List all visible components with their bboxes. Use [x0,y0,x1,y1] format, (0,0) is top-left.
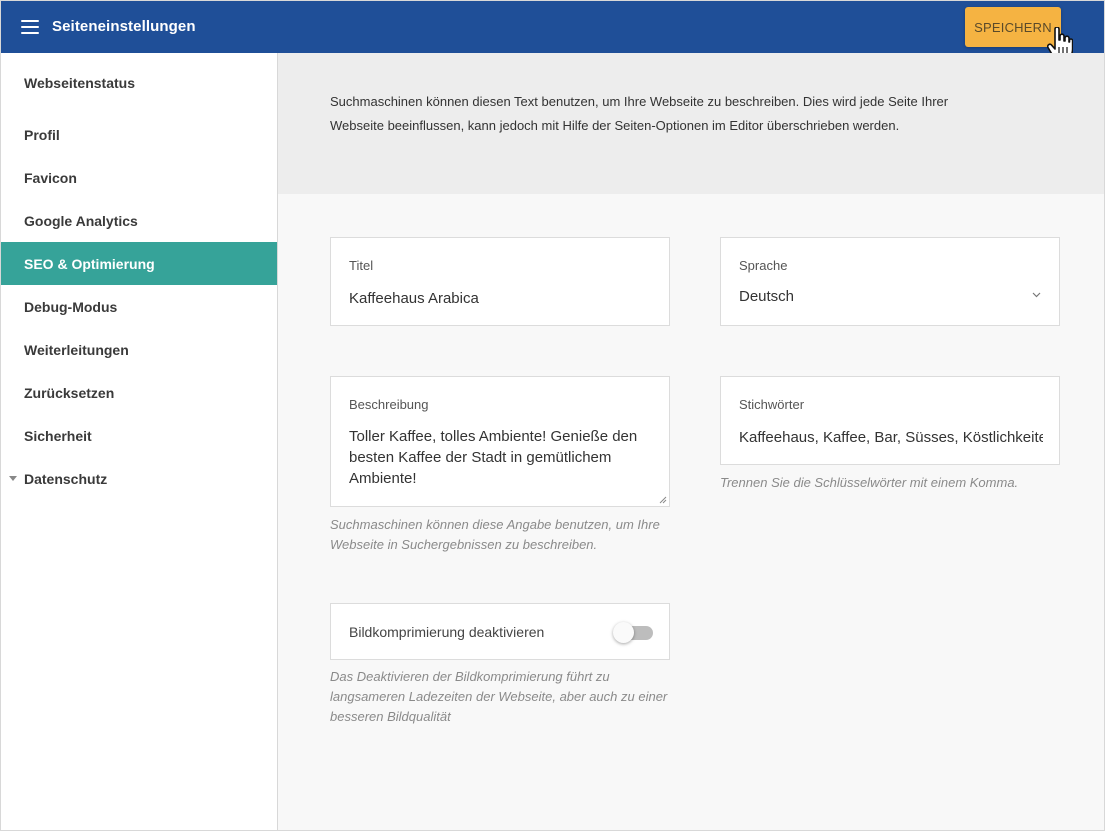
sidebar-item-label: Weiterleitungen [24,341,129,358]
sidebar-item-debug-modus[interactable]: Debug-Modus [1,285,277,328]
keywords-field-card: Stichwörter [720,376,1060,465]
caret-down-icon[interactable] [9,476,17,481]
description-field-card: Beschreibung Toller Kaffee, tolles Ambie… [330,376,670,507]
sidebar-item-label: Webseitenstatus [24,75,135,91]
description-label: Beschreibung [349,397,429,412]
top-bar: Seiteneinstellungen SPEICHERN [1,1,1104,61]
sidebar-item-weiterleitungen[interactable]: Weiterleitungen [1,328,277,371]
sidebar-item-sicherheit[interactable]: Sicherheit [1,414,277,457]
sidebar-item-zuruecksetzen[interactable]: Zurücksetzen [1,371,277,414]
language-value: Deutsch [739,288,795,305]
compression-toggle-label: Bildkomprimierung deaktivieren [349,624,545,640]
sidebar-item-profil[interactable]: Profil [1,113,277,156]
sidebar-item-favicon[interactable]: Favicon [1,156,277,199]
description-hint: Suchmaschinen können diese Angabe benutz… [330,517,660,552]
intro-panel: Suchmaschinen können diesen Text benutze… [278,53,1104,194]
sidebar-item-seo-optimierung[interactable]: SEO & Optimierung [1,242,277,285]
title-input[interactable] [349,287,649,309]
language-select[interactable]: Sprache Deutsch [720,237,1060,326]
compression-toggle-card: Bildkomprimierung deaktivieren [330,603,670,660]
resize-handle-icon[interactable] [658,495,667,504]
sidebar-item-label: Sicherheit [24,427,92,444]
title-label: Titel [349,258,374,273]
sidebar-item-datenschutz[interactable]: Datenschutz [1,457,277,500]
compression-toggle-switch[interactable] [613,622,653,643]
keywords-hint: Trennen Sie die Schlüsselwörter mit eine… [720,475,1019,490]
intro-text: Suchmaschinen können diesen Text benutze… [330,94,949,133]
save-button[interactable]: SPEICHERN [965,7,1061,47]
hamburger-menu-icon[interactable] [21,20,39,34]
sidebar-item-label: Favicon [24,169,77,186]
sidebar-item-google-analytics[interactable]: Google Analytics [1,199,277,242]
keywords-label: Stichwörter [739,397,805,412]
sidebar-item-label: Google Analytics [24,212,138,229]
toggle-knob [613,622,634,643]
sidebar-item-label: Zurücksetzen [24,384,115,401]
page-title: Seiteneinstellungen [52,18,196,35]
sidebar-item-label: Profil [24,126,60,143]
sidebar-item-webseitenstatus[interactable]: Webseitenstatus [1,53,277,113]
sidebar: Webseitenstatus Profil Favicon Google An… [1,53,278,830]
sidebar-item-label: Datenschutz [24,470,108,487]
title-field-card: Titel [330,237,670,326]
sidebar-item-label: Debug-Modus [24,298,118,315]
keywords-input[interactable] [739,426,1043,448]
language-label: Sprache [739,258,788,273]
sidebar-item-label: SEO & Optimierung [24,255,155,272]
main-content: Suchmaschinen können diesen Text benutze… [278,53,1104,830]
description-textarea[interactable]: Toller Kaffee, tolles Ambiente! Genieße … [349,426,649,496]
settings-window: Seiteneinstellungen SPEICHERN Webseitens… [0,0,1105,831]
compression-hint: Das Deaktivieren der Bildkomprimierung f… [330,669,668,724]
chevron-down-icon [1032,292,1041,298]
